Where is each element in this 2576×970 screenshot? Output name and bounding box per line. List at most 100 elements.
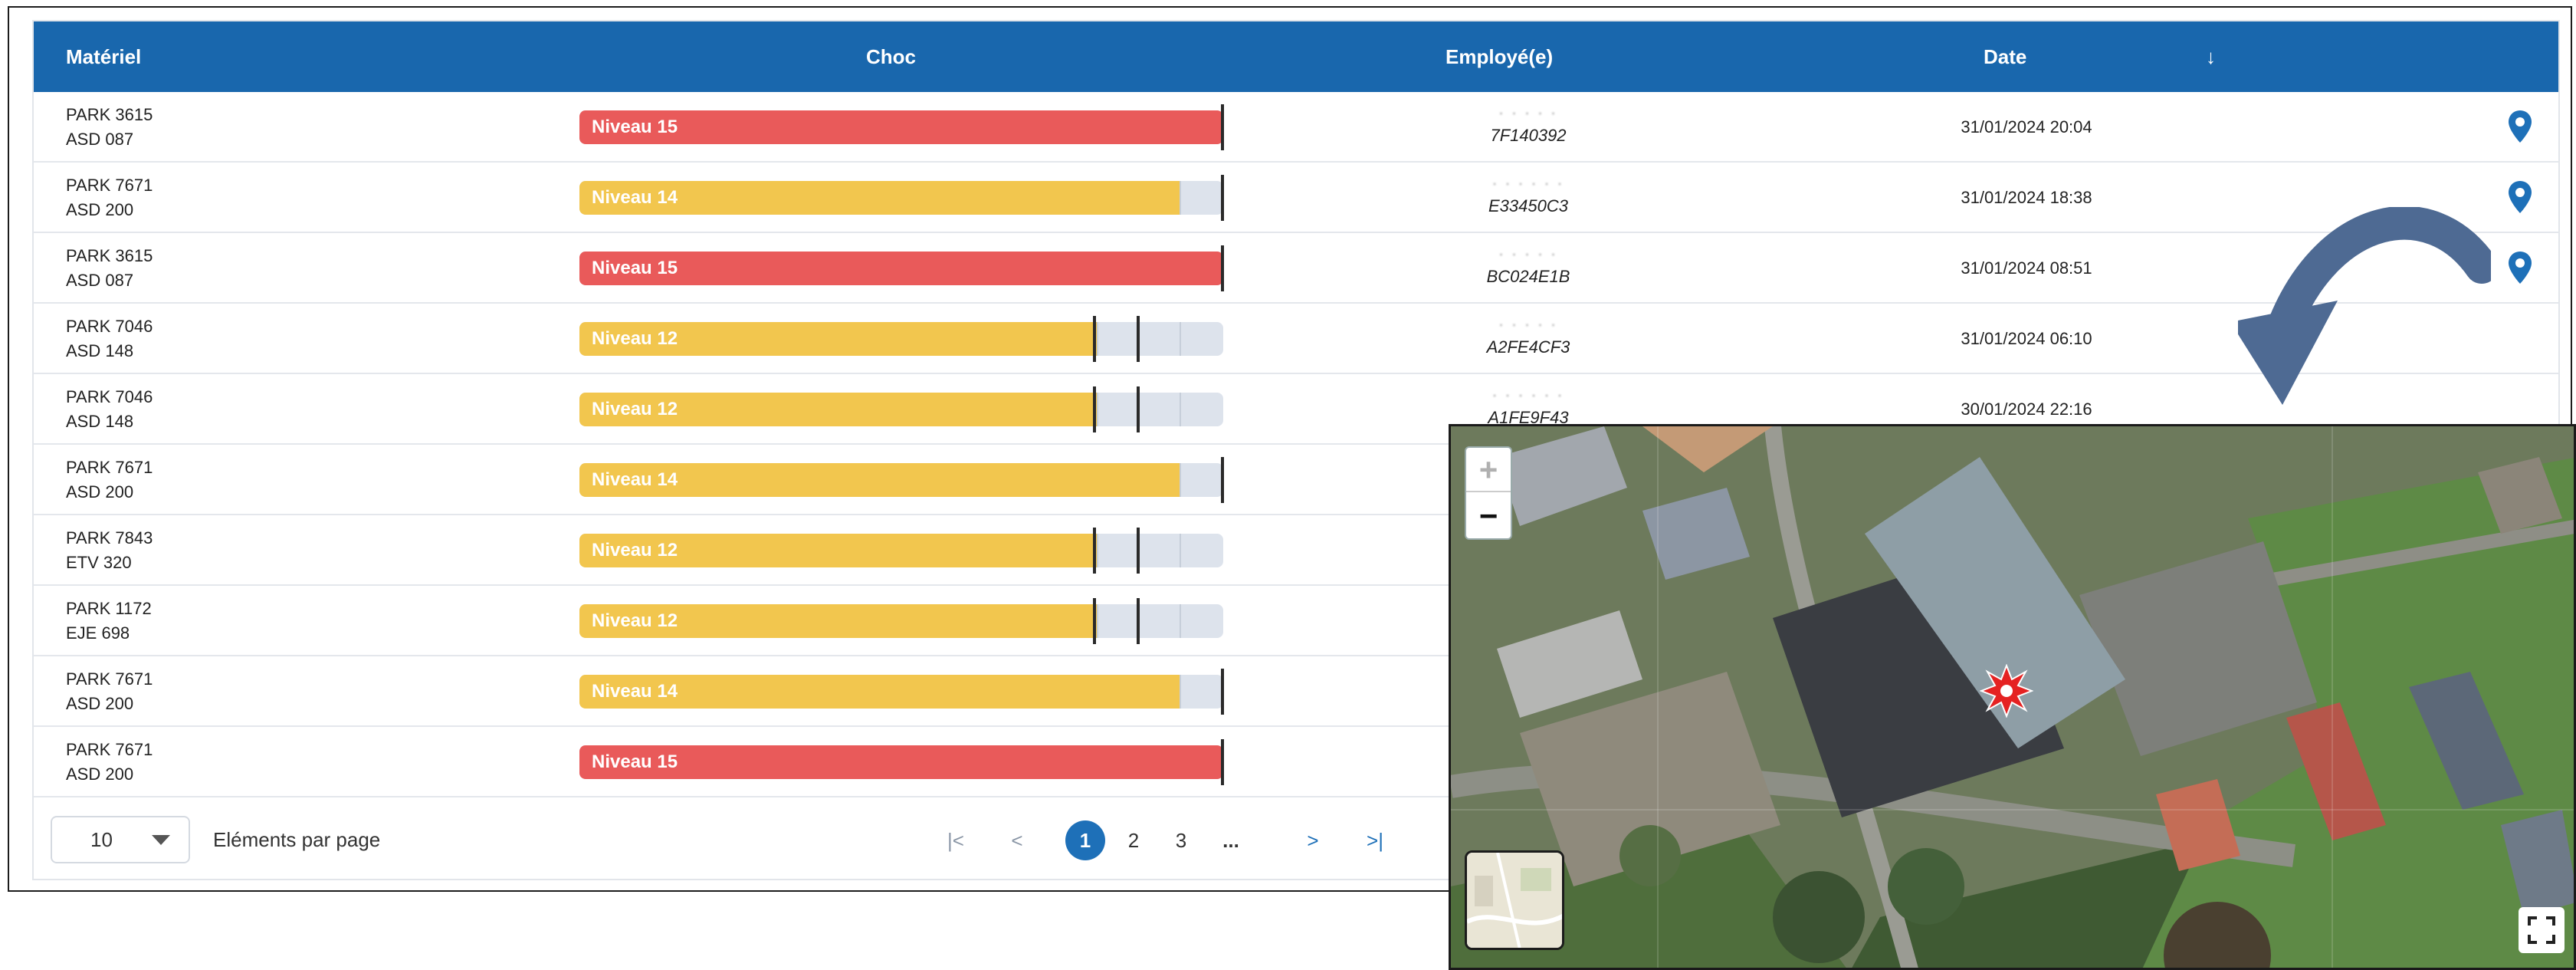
street-map-thumbnail xyxy=(1467,853,1562,948)
page-button-2[interactable]: 2 xyxy=(1121,820,1147,860)
equipment-code: ASD 200 xyxy=(66,694,134,713)
employee-name-blurred: · · · · · · xyxy=(1492,176,1564,191)
table-row[interactable]: PARK 7046 ASD 148 Niveau 12 · · · · · A2FE4C… xyxy=(34,304,2558,374)
sort-descending-icon[interactable]: ↓ xyxy=(2206,21,2216,92)
employee-name-blurred: · · · · · xyxy=(1498,246,1558,261)
fullscreen-icon xyxy=(2528,916,2555,944)
shock-level-label: Niveau 12 xyxy=(592,399,678,419)
date-cell: 31/01/2024 06:10 xyxy=(1961,329,2092,348)
bar-segment-divider xyxy=(1180,675,1181,709)
bar-segment-divider xyxy=(1180,393,1181,426)
employee-cell: · · · · · BC024E1B xyxy=(1390,242,1666,288)
employee-name-blurred: · · · · · xyxy=(1498,317,1558,332)
bar-segment-divider xyxy=(1180,604,1181,638)
page-size-select[interactable]: 10 xyxy=(51,816,190,863)
page-size-label: Eléments par page xyxy=(213,828,381,851)
column-header-employe[interactable]: Employé(e) xyxy=(1446,21,1553,92)
equipment-code: ASD 148 xyxy=(66,341,134,360)
location-pin-icon[interactable] xyxy=(2506,250,2534,285)
column-header-date[interactable]: Date xyxy=(1984,21,2026,92)
shock-level-bar: Niveau 12 xyxy=(579,316,1223,362)
page-ellipsis[interactable]: ... xyxy=(1216,820,1246,860)
threshold-marker xyxy=(1093,598,1096,644)
bar-segment-divider xyxy=(1097,322,1098,356)
threshold-marker xyxy=(1221,104,1224,150)
location-pin-icon[interactable] xyxy=(2506,109,2534,144)
impact-marker-icon[interactable] xyxy=(1980,664,2033,718)
materiel-cell: PARK 7046 ASD 148 xyxy=(66,385,153,434)
column-header-choc[interactable]: Choc xyxy=(866,21,916,92)
equipment-code: EJE 698 xyxy=(66,623,130,643)
employee-cell: · · · · · 7F140392 xyxy=(1390,101,1666,147)
shock-level-label: Niveau 15 xyxy=(592,258,678,278)
threshold-marker xyxy=(1221,245,1224,291)
shock-level-label: Niveau 14 xyxy=(592,469,678,490)
park-number: PARK 7046 xyxy=(66,317,153,336)
shock-level-bar: Niveau 14 xyxy=(579,175,1224,221)
bar-segment-divider xyxy=(1180,322,1181,356)
employee-badge-id: 7F140392 xyxy=(1490,126,1567,145)
shock-level-bar: Niveau 14 xyxy=(579,457,1224,503)
equipment-code: ASD 200 xyxy=(66,764,134,784)
park-number: PARK 7671 xyxy=(66,740,153,759)
equipment-code: ASD 200 xyxy=(66,200,134,219)
location-pin-icon[interactable] xyxy=(2506,179,2534,215)
screenshot-canvas: Matériel Choc Employé(e) Date ↓ PARK 361… xyxy=(0,0,2576,970)
park-number: PARK 3615 xyxy=(66,246,153,265)
park-number: PARK 1172 xyxy=(66,599,152,618)
bar-segment-divider xyxy=(1180,181,1181,215)
location-map[interactable]: + − xyxy=(1449,424,2576,970)
zoom-control: + − xyxy=(1465,446,1512,540)
table-row[interactable]: PARK 3615 ASD 087 Niveau 15 · · · · · 7F1403… xyxy=(34,92,2558,163)
threshold-marker xyxy=(1137,528,1140,574)
threshold-marker xyxy=(1221,739,1224,785)
employee-cell: · · · · · · E33450C3 xyxy=(1390,172,1666,218)
first-page-icon[interactable]: |< xyxy=(944,820,967,860)
shock-level-label: Niveau 12 xyxy=(592,540,678,561)
table-row[interactable]: PARK 7671 ASD 200 Niveau 14 · · · · · · E334… xyxy=(34,163,2558,233)
materiel-cell: PARK 7843 ETV 320 xyxy=(66,526,153,575)
curved-arrow-icon xyxy=(2238,207,2491,405)
materiel-cell: PARK 7671 ASD 200 xyxy=(66,667,153,716)
bar-segment-divider xyxy=(1180,534,1181,567)
shock-level-bar: Niveau 15 xyxy=(579,245,1224,291)
zoom-out-button[interactable]: − xyxy=(1466,494,1511,538)
date-cell: 31/01/2024 08:51 xyxy=(1961,258,2092,278)
layer-switcher-minimap[interactable] xyxy=(1465,850,1564,950)
page-button-1[interactable]: 1 xyxy=(1065,820,1105,860)
shock-level-label: Niveau 12 xyxy=(592,610,678,631)
equipment-code: ASD 200 xyxy=(66,482,134,501)
date-cell: 31/01/2024 18:38 xyxy=(1961,188,2092,207)
shock-level-bar: Niveau 12 xyxy=(579,598,1223,644)
column-header-materiel[interactable]: Matériel xyxy=(66,21,141,92)
next-page-icon[interactable]: > xyxy=(1301,820,1324,860)
shock-level-bar: Niveau 15 xyxy=(579,104,1224,150)
fullscreen-button[interactable] xyxy=(2519,907,2565,953)
employee-cell: · · · · · · A1FE9F43 xyxy=(1390,383,1666,429)
shock-level-bar: Niveau 15 xyxy=(579,739,1224,785)
threshold-marker xyxy=(1093,386,1096,432)
equipment-code: ASD 148 xyxy=(66,412,134,431)
bar-segment-divider xyxy=(1180,463,1181,497)
bar-segment-divider xyxy=(1097,604,1098,638)
shock-level-label: Niveau 14 xyxy=(592,187,678,208)
threshold-marker xyxy=(1221,175,1224,221)
previous-page-icon[interactable]: < xyxy=(1006,820,1029,860)
materiel-cell: PARK 3615 ASD 087 xyxy=(66,103,153,152)
shock-level-bar: Niveau 12 xyxy=(579,386,1223,432)
materiel-cell: PARK 7046 ASD 148 xyxy=(66,314,153,363)
park-number: PARK 7671 xyxy=(66,176,153,195)
employee-badge-id: E33450C3 xyxy=(1488,196,1568,215)
employee-badge-id: BC024E1B xyxy=(1486,267,1570,286)
threshold-marker xyxy=(1093,316,1096,362)
zoom-in-button[interactable]: + xyxy=(1466,448,1511,492)
shock-level-label: Niveau 15 xyxy=(592,117,678,137)
date-cell: 31/01/2024 20:04 xyxy=(1961,117,2092,136)
materiel-cell: PARK 1172 EJE 698 xyxy=(66,597,152,646)
last-page-icon[interactable]: >| xyxy=(1360,820,1390,860)
page-button-3[interactable]: 3 xyxy=(1168,820,1194,860)
park-number: PARK 7843 xyxy=(66,528,153,547)
table-row[interactable]: PARK 3615 ASD 087 Niveau 15 · · · · · BC024E… xyxy=(34,233,2558,304)
threshold-marker xyxy=(1221,457,1224,503)
bar-segment-divider xyxy=(1097,534,1098,567)
